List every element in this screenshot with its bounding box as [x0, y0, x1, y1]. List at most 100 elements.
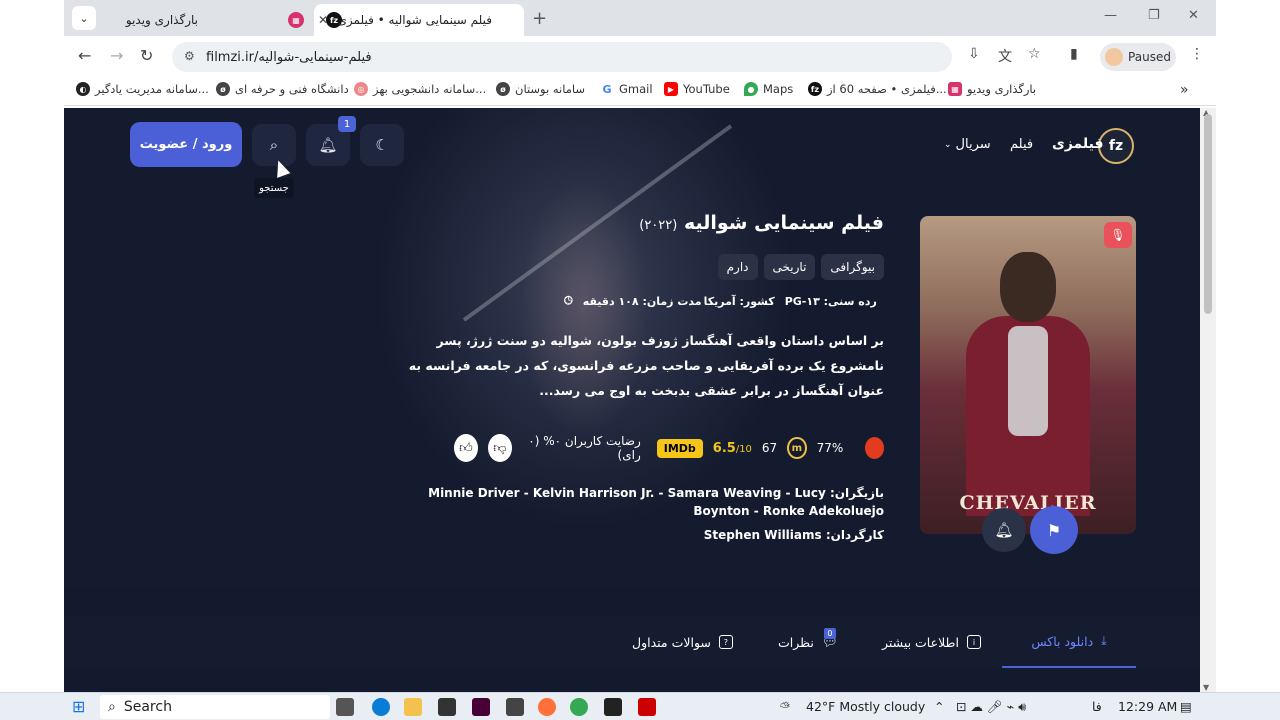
metacritic-score: 67: [761, 441, 778, 455]
site-info-icon[interactable]: ⚙: [184, 49, 195, 63]
translate-icon[interactable]: 文: [998, 46, 1012, 66]
dubbed-mic-icon: 🎙︎: [1104, 222, 1132, 248]
moon-icon: ☾: [375, 136, 389, 154]
bookmark-gmail[interactable]: G Gmail: [600, 82, 653, 96]
task-view-icon[interactable]: [336, 698, 354, 716]
address-bar[interactable]: ⚙ filmzi.ir/فیلم-سینمایی-شوالیه: [172, 42, 952, 72]
movie-poster[interactable]: CHEVALIER: [920, 216, 1136, 534]
profile-button[interactable]: Paused: [1100, 43, 1176, 71]
bookmark-star-icon[interactable]: ☆: [1028, 46, 1041, 62]
genre-list: بیوگرافی تاریخی دارم: [624, 254, 884, 280]
avatar: [1105, 48, 1124, 66]
xd-icon[interactable]: [472, 698, 490, 716]
bookmark-item[interactable]: ø سامانه بوستان: [496, 82, 585, 96]
rotten-score: 77%: [816, 441, 844, 455]
theme-toggle-button[interactable]: ☾: [360, 124, 404, 166]
close-window-icon[interactable]: ✕: [1188, 8, 1199, 23]
new-tab-icon[interactable]: +: [532, 8, 547, 29]
taskbar-search[interactable]: ⌕ Search: [100, 695, 330, 719]
tab-upload-video[interactable]: ▦ بارگذاری ویدیو: [104, 4, 314, 36]
bookmark-item[interactable]: ◐ سامانه مدیریت یادگیر...: [76, 82, 209, 96]
minimize-icon[interactable]: —: [1104, 8, 1117, 23]
tray-icons[interactable]: ⊡ ☁ 🎤︎ ⌁ 🔊︎: [956, 699, 1026, 715]
side-panel-icon[interactable]: ▮: [1070, 46, 1078, 62]
url-text: filmzi.ir/فیلم-سینمایی-شوالیه: [206, 49, 372, 65]
bookmark-youtube[interactable]: ▶ YouTube: [664, 82, 730, 96]
recorder-icon[interactable]: [638, 698, 656, 716]
scrollbar-thumb[interactable]: [1204, 114, 1212, 314]
site-brand[interactable]: فیلمزی: [1052, 136, 1104, 152]
page-scrollbar[interactable]: ▲ ▼: [1200, 108, 1216, 692]
windows-start-icon[interactable]: ⊞: [72, 697, 85, 716]
chevron-down-icon: ⌄: [944, 139, 952, 150]
bookmark-item[interactable]: ◎ سامانه دانشجویی بهز...: [354, 82, 486, 96]
duration: مدت زمان: ۱۰۸ دقیقه: [582, 294, 702, 308]
bookmark-item[interactable]: ø دانشگاه فنی و حرفه ای: [216, 82, 349, 96]
tab-strip: ⌄ ▦ بارگذاری ویدیو fz فیلم سینمایی شوالی…: [64, 0, 1216, 36]
screen-margin-right: [1216, 0, 1280, 692]
tab-title: فیلم سینمایی شوالیه • فیلمزی: [337, 13, 492, 27]
close-tab-icon[interactable]: ✕: [318, 13, 328, 27]
screen-margin-left: [0, 0, 64, 692]
tab-filmzi[interactable]: fz فیلم سینمایی شوالیه • فیلمزی ✕: [314, 4, 524, 36]
photos-icon[interactable]: [604, 698, 622, 716]
dislike-button[interactable]: 👎︎: [487, 434, 512, 462]
nav-film[interactable]: فیلم: [1010, 137, 1033, 152]
director-name: Stephen Williams: [703, 528, 822, 542]
poster-bookmark-button[interactable]: ⚑: [1030, 506, 1078, 554]
user-satisfaction: رضایت کاربران ۰% (۰ رای): [528, 434, 641, 462]
back-icon[interactable]: ←: [78, 46, 91, 65]
tab-comments[interactable]: 💬︎ 0 نظرات: [778, 616, 838, 668]
clock[interactable]: 12:29 AM: [1118, 699, 1177, 714]
poster-notify-button[interactable]: 🔔︎: [982, 508, 1026, 552]
file-explorer-icon[interactable]: [404, 698, 422, 716]
director-label: کارگردان:: [825, 528, 884, 542]
chevron-up-icon[interactable]: ⌃: [934, 699, 944, 714]
browser-window: ⌄ ▦ بارگذاری ویدیو fz فیلم سینمایی شوالی…: [64, 0, 1216, 692]
tab-more-info[interactable]: i اطلاعات بیشتر: [882, 616, 981, 668]
search-button[interactable]: ⌕: [252, 124, 296, 166]
movie-meta: 🕒︎ مدت زمان: ۱۰۸ دقیقه کشور: آمریکا رده …: [564, 294, 884, 308]
tomato-icon: [865, 437, 884, 459]
restore-icon[interactable]: ❐: [1148, 8, 1160, 23]
forward-icon[interactable]: →: [110, 46, 123, 65]
tab-search-button[interactable]: ⌄: [72, 6, 96, 30]
notification-count-badge: 1: [338, 116, 356, 132]
thumbs-up-icon: 👍︎: [459, 440, 473, 456]
genre-tag[interactable]: بیوگرافی: [821, 254, 884, 280]
genre-tag[interactable]: تاریخی: [763, 254, 816, 280]
content-tabs: ⤓ دانلود باکس i اطلاعات بیشتر 💬︎ 0 نظرات …: [64, 616, 1200, 668]
weather-status[interactable]: 42°F Mostly cloudy: [806, 699, 925, 714]
input-language[interactable]: فا: [1092, 699, 1102, 714]
install-icon[interactable]: ⇩: [968, 46, 980, 62]
age-rating: رده سنی: PG-۱۳: [784, 294, 877, 308]
notification-center-icon[interactable]: ▤: [1180, 699, 1192, 714]
reload-icon[interactable]: ↻: [140, 46, 153, 65]
nav-series[interactable]: ⌄ سریال: [944, 137, 991, 152]
scroll-down-icon[interactable]: ▼: [1203, 683, 1209, 692]
tab-faq[interactable]: ? سوالات متداول: [632, 616, 733, 668]
mail-icon[interactable]: [506, 698, 524, 716]
menu-kebab-icon[interactable]: ⋮: [1190, 46, 1204, 62]
bookmark-item[interactable]: ▦ بارگذاری ویدیو: [948, 82, 1036, 96]
ratings-row: 👍︎ 👎︎ رضایت کاربران ۰% (۰ رای) IMDb 6.5/…: [454, 434, 884, 462]
cast-label: بازیگران:: [829, 486, 884, 500]
movie-title: فیلم سینمایی شوالیه (۲۰۲۲): [639, 212, 884, 234]
tab-download-box[interactable]: ⤓ دانلود باکس: [1002, 616, 1136, 668]
store-icon[interactable]: [438, 698, 456, 716]
firefox-icon[interactable]: [538, 698, 556, 716]
genre-tag[interactable]: دارم: [717, 254, 758, 280]
movie-description: بر اساس داستان واقعی آهنگساز ژوزف بولون،…: [408, 333, 884, 398]
info-icon: i: [966, 635, 981, 649]
bookmark-maps[interactable]: ● Maps: [744, 82, 793, 96]
bookmark-item[interactable]: fz فیلمزی • صفحه 60 از...: [808, 82, 947, 96]
thumbs-down-icon: 👎︎: [493, 440, 507, 456]
chrome-icon[interactable]: [570, 698, 588, 716]
edge-icon[interactable]: [372, 698, 390, 716]
login-register-button[interactable]: ورود / عضویت: [130, 122, 242, 167]
profile-status: Paused: [1128, 50, 1171, 64]
like-button[interactable]: 👍︎: [454, 434, 478, 462]
bookmarks-overflow-icon[interactable]: »: [1180, 82, 1189, 98]
poster-title: CHEVALIER: [959, 492, 1097, 514]
weather-icon[interactable]: ⛅︎: [780, 699, 790, 715]
